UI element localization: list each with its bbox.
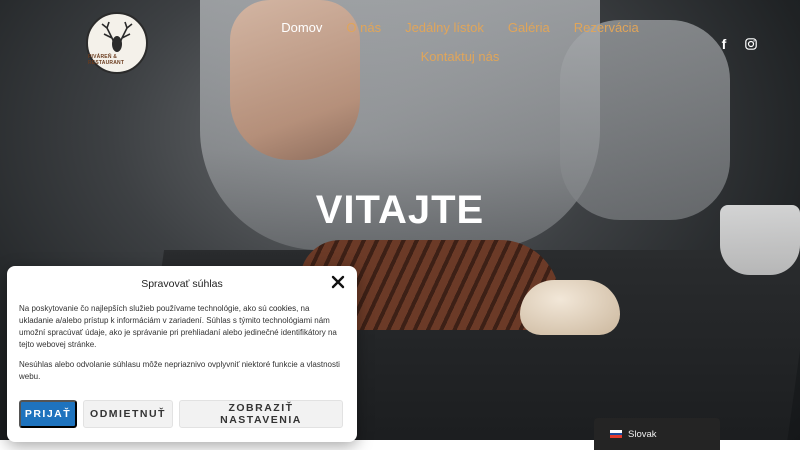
instagram-icon[interactable] (743, 36, 759, 52)
cookies-link[interactable]: cookies (269, 304, 296, 313)
nav-item-jedalny-listok[interactable]: Jedálny lístok (393, 18, 496, 37)
consent-text-start: Na poskytovanie čo najlepších služieb po… (19, 304, 269, 313)
nav-item-rezervacia[interactable]: Rezervácia (562, 18, 651, 37)
cookie-consent-dialog: Spravovať súhlas Na poskytovanie čo najl… (7, 266, 357, 442)
nav-item-galeria[interactable]: Galéria (496, 18, 562, 37)
nav-item-domov[interactable]: Domov (269, 18, 334, 37)
language-switcher[interactable]: Slovak (594, 418, 720, 450)
facebook-icon[interactable]: f (716, 36, 732, 52)
close-icon[interactable] (331, 275, 345, 289)
site-logo[interactable]: PIVÁREŇ & RESTAURANT (86, 12, 148, 74)
nav-item-o-nas[interactable]: O nás (334, 18, 393, 37)
deer-icon (101, 21, 133, 52)
consent-text: Na poskytovanie čo najlepších služieb po… (19, 303, 345, 351)
show-settings-button[interactable]: ZOBRAZIŤ NASTAVENIA (179, 400, 343, 428)
hero-title: VITAJTE (315, 188, 485, 232)
deny-button[interactable]: ODMIETNUŤ (83, 400, 173, 428)
consent-warning-text: Nesúhlas alebo odvolanie súhlasu môže ne… (19, 360, 340, 381)
language-label: Slovak (628, 428, 657, 440)
mushroom-image (520, 280, 620, 335)
nav-item-kontaktuj-nas[interactable]: Kontaktuj nás (409, 47, 512, 66)
consent-title: Spravovať súhlas (141, 278, 223, 290)
slovak-flag-icon (610, 430, 622, 439)
logo-text: PIVÁREŇ & RESTAURANT (88, 54, 125, 66)
accept-button[interactable]: PRIJAŤ (19, 400, 77, 428)
main-nav: Domov O nás Jedálny lístok Galéria Rezer… (280, 18, 640, 66)
